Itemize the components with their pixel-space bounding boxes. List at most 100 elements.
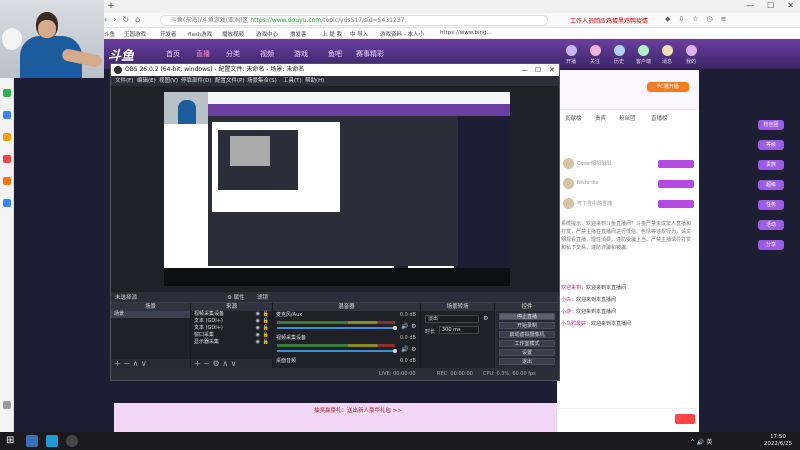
speaker-icon[interactable]: 🔊 xyxy=(401,346,408,353)
volume-slider[interactable] xyxy=(277,327,395,329)
send-button[interactable] xyxy=(675,414,695,424)
reload-icon[interactable]: ↻ xyxy=(122,15,129,24)
maximize-button[interactable]: ☐ xyxy=(535,64,541,76)
menu-help[interactable]: 帮助(H) xyxy=(305,76,324,86)
nav-events[interactable]: 赛事精彩 xyxy=(356,49,384,59)
gear-icon[interactable]: ⚙ xyxy=(411,323,416,330)
tab-rank[interactable]: 直播榜 xyxy=(651,114,668,122)
app-icon[interactable] xyxy=(3,155,11,163)
rank-row[interactable]: 粤下雪中的雪魂 xyxy=(563,198,694,210)
speaker-icon[interactable]: 🔊 xyxy=(401,323,408,330)
bookmark-item[interactable]: 开发者 xyxy=(160,30,177,38)
bookmark-item[interactable]: 撸发客 xyxy=(290,30,307,38)
bookmark-item[interactable]: 播放视频 xyxy=(222,30,244,38)
transition-select[interactable]: 淡出 xyxy=(425,315,479,323)
volume-knob[interactable] xyxy=(393,326,397,330)
extension-icon[interactable]: ◆ xyxy=(665,15,670,23)
duration-input[interactable]: 300 ms xyxy=(439,326,479,334)
nav-home[interactable]: 首页 xyxy=(166,49,180,59)
history-icon[interactable] xyxy=(614,45,625,56)
menu-edit[interactable]: 编辑(E) xyxy=(137,76,156,86)
avatar[interactable] xyxy=(566,45,577,56)
menu-profile[interactable]: 配置文件(P) xyxy=(215,76,245,86)
windows-start-icon[interactable]: ⊞ xyxy=(6,435,14,447)
scene-item[interactable]: 场景 xyxy=(111,311,190,318)
minimize-button[interactable]: — xyxy=(521,64,528,76)
tab-vip[interactable]: 贵宾 xyxy=(595,114,606,122)
start-recording-button[interactable]: 开始录制 xyxy=(499,322,555,329)
bookmark-item[interactable]: 中 导入 xyxy=(350,30,368,38)
nav-live[interactable]: 直播 xyxy=(196,49,210,59)
bookmark-item[interactable]: 王国游戏 xyxy=(124,30,146,38)
close-button[interactable]: ✕ xyxy=(549,64,555,76)
app-icon[interactable] xyxy=(3,133,11,141)
bookmark-item[interactable]: 斗鱼 xyxy=(104,30,115,38)
url-input[interactable]: 斗鱼(东海)/斗鱼游戏(亚洲)区 https://www.douyu.com/t… xyxy=(160,15,548,26)
nav-video[interactable]: 视频 xyxy=(260,49,274,59)
maximize-button[interactable]: ☐ xyxy=(767,1,774,10)
source-item[interactable]: 视频采集设备 ◉ 🔓 xyxy=(191,311,272,318)
nav-game[interactable]: 游戏 xyxy=(294,49,308,59)
message-icon[interactable] xyxy=(662,45,673,56)
menu-scene-collection[interactable]: 场景集合(S) xyxy=(247,76,277,86)
close-button[interactable]: ✕ xyxy=(787,1,794,10)
back-icon[interactable]: ‹ xyxy=(104,15,107,24)
app-icon[interactable] xyxy=(3,111,11,119)
system-tray[interactable]: ^ 🔊 英 xyxy=(690,437,712,446)
source-item[interactable]: 文本 (GDI+) ◉ 🔓 xyxy=(191,318,272,325)
settings-button[interactable]: 设置 xyxy=(499,349,555,356)
add-icon[interactable] xyxy=(3,401,11,409)
site-logo[interactable]: 斗鱼 xyxy=(108,45,134,64)
side-badge[interactable]: 粉丝团 xyxy=(758,120,784,130)
studio-mode-button[interactable]: 工作室模式 xyxy=(499,340,555,347)
stop-streaming-button[interactable]: 停止直播 xyxy=(499,313,555,320)
volume-knob[interactable] xyxy=(393,349,397,353)
profile-icon[interactable] xyxy=(686,45,697,56)
app-icon[interactable] xyxy=(3,199,11,207)
side-badge[interactable]: 贵族 xyxy=(758,160,784,170)
home-icon[interactable]: ⌂ xyxy=(135,15,140,24)
side-badge[interactable]: 活动 xyxy=(758,220,784,230)
menu-file[interactable]: 文件(F) xyxy=(115,76,133,86)
star-icon[interactable]: ☆ xyxy=(692,15,698,23)
follow-icon[interactable] xyxy=(590,45,601,56)
app-icon[interactable] xyxy=(3,177,11,185)
preview-canvas[interactable] xyxy=(164,92,510,286)
bookmark-item[interactable]: 游戏资料 - 本人小 xyxy=(380,30,424,38)
nav-category[interactable]: 分类 xyxy=(226,49,240,59)
menu-view[interactable]: 视图(V) xyxy=(159,76,178,86)
menu-icon[interactable]: ≡ xyxy=(721,15,727,23)
nav-fishbar[interactable]: 鱼吧 xyxy=(328,49,342,59)
steam-icon[interactable] xyxy=(26,435,38,447)
menu-docks[interactable]: 停靠部件(D) xyxy=(181,76,212,86)
source-item[interactable]: 文本 (GDI+) ◉ 🔓 xyxy=(191,325,272,332)
menu-tools[interactable]: 工具(T) xyxy=(283,76,302,86)
bookmark-item[interactable]: flash游戏 xyxy=(188,30,212,38)
bookmark-item[interactable]: 上 提 我 xyxy=(322,30,342,38)
side-badge[interactable]: 分享 xyxy=(758,240,784,250)
tab-fans[interactable]: 粉丝团 xyxy=(619,114,636,122)
client-icon[interactable] xyxy=(638,45,649,56)
downloads-icon[interactable]: ⇩ xyxy=(678,15,684,23)
side-badge[interactable]: 任务 xyxy=(758,200,784,210)
minimize-button[interactable]: — xyxy=(746,1,754,10)
volume-slider[interactable] xyxy=(277,350,395,352)
properties-button[interactable]: ⚙ 属性 xyxy=(227,293,245,301)
edge-icon[interactable] xyxy=(46,435,58,447)
gear-icon[interactable]: ⚙ xyxy=(411,346,416,353)
side-badge[interactable]: 超级 xyxy=(758,180,784,190)
new-tab-button[interactable]: + xyxy=(104,1,118,12)
tab-contrib[interactable]: 贡献榜 xyxy=(565,114,582,122)
rank-row[interactable]: Coser阳阳阳阳 xyxy=(563,158,694,170)
side-badge[interactable]: 等级 xyxy=(758,140,784,150)
wechat-icon[interactable] xyxy=(3,89,11,97)
bookmark-item[interactable]: https://www.bing... xyxy=(440,30,492,36)
history-icon[interactable]: ◷ xyxy=(707,15,713,23)
filters-button[interactable]: 滤镜 xyxy=(257,293,268,301)
clock[interactable]: 17:50 2022/6/25 xyxy=(760,434,796,448)
source-item[interactable]: 窗口采集 ◉ 🔓 xyxy=(191,332,272,339)
rank-row[interactable]: Nishirika xyxy=(563,178,694,190)
exit-button[interactable]: 退出 xyxy=(499,358,555,365)
pc-live-button[interactable]: PC端开播 xyxy=(647,82,689,92)
virtual-camera-button[interactable]: 启动虚拟摄像机 xyxy=(499,331,555,338)
